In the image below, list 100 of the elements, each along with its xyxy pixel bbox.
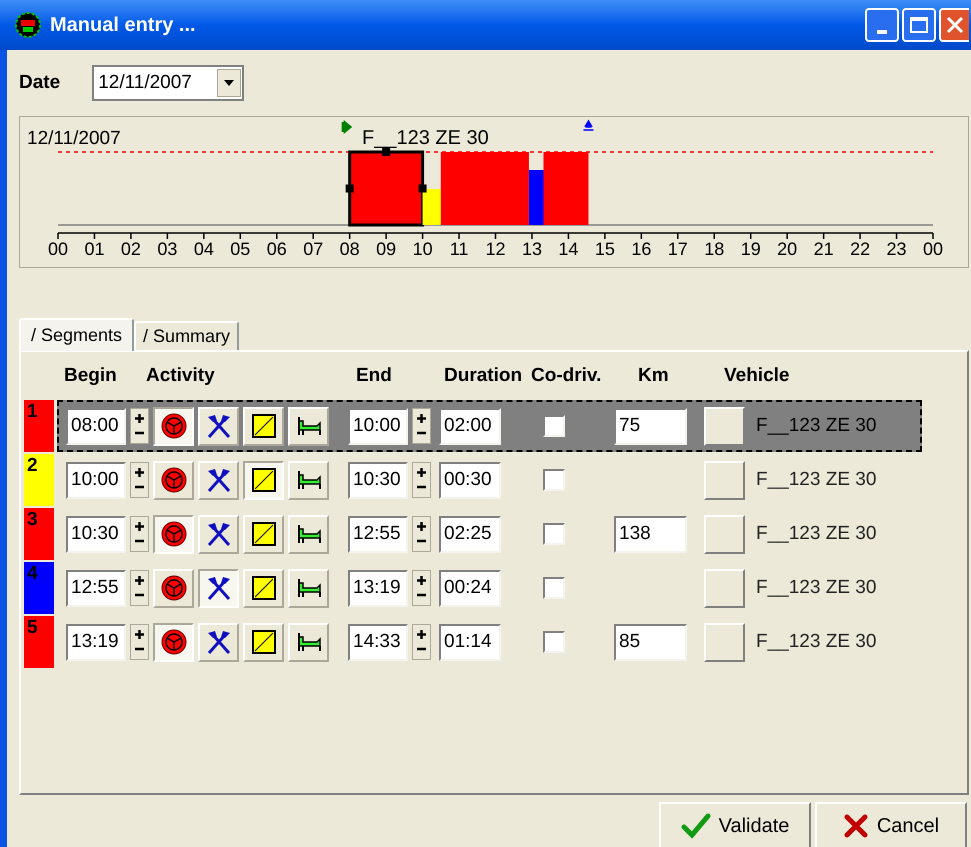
activity-button[interactable] [153, 514, 194, 554]
steering-wheel-icon [160, 413, 186, 439]
steering-wheel-icon [160, 521, 186, 547]
hour-label: 06 [266, 240, 288, 258]
begin-time-field[interactable]: 10:00 [66, 462, 126, 498]
activity-bar[interactable] [422, 189, 441, 225]
resize-handles[interactable] [346, 148, 427, 192]
hour-label: 00 [46, 240, 70, 258]
spin-button[interactable] [412, 408, 431, 444]
activity-button[interactable] [243, 460, 284, 500]
vehicle-plate: F__123 ZE 30 [756, 468, 876, 492]
vehicle-plate: F__123 ZE 30 [756, 414, 876, 438]
segment-row[interactable]: 13:19 14:33 01:14 85 F__123 ZE 30 [57, 616, 922, 668]
end-time-field[interactable]: 10:30 [348, 462, 408, 498]
km-field[interactable]: 138 [614, 516, 687, 552]
maximize-button[interactable] [902, 8, 936, 42]
hour-label: 22 [849, 240, 872, 258]
km-field[interactable]: 85 [614, 624, 687, 660]
activity-button[interactable] [198, 568, 239, 608]
column-header: Duration [444, 364, 524, 388]
validate-button[interactable]: Validate [659, 802, 811, 847]
hour-label: 16 [630, 240, 652, 258]
spin-button[interactable] [130, 570, 149, 606]
vehicle-plate: F__123 ZE 30 [756, 630, 876, 654]
km-field[interactable]: 75 [614, 408, 687, 444]
vehicle-plate: F__123 ZE 30 [756, 576, 876, 600]
co-driver-checkbox[interactable] [543, 469, 565, 491]
activity-button[interactable] [153, 406, 194, 446]
co-driver-checkbox[interactable] [543, 631, 565, 653]
segment-row[interactable]: 10:00 10:30 00:30 F__123 ZE 30 [57, 454, 922, 506]
diagonal-square-icon [252, 468, 276, 492]
duration-field[interactable]: 00:24 [439, 570, 501, 606]
minimize-button[interactable] [865, 8, 899, 42]
vehicle-button[interactable] [704, 460, 745, 500]
duration-field[interactable]: 00:30 [439, 462, 501, 498]
spin-button[interactable] [130, 624, 149, 660]
steering-wheel-icon [160, 629, 186, 655]
spin-button[interactable] [130, 408, 149, 444]
hour-label: 18 [703, 240, 726, 258]
begin-time-field[interactable]: 12:55 [66, 570, 126, 606]
hour-label: 00 [922, 240, 944, 258]
vehicle-button[interactable] [704, 514, 745, 554]
hour-label: 08 [338, 240, 361, 258]
segment-number: 3 [24, 508, 54, 560]
vehicle-button[interactable] [704, 406, 745, 446]
column-header: Km [638, 364, 670, 388]
duration-field[interactable]: 01:14 [439, 624, 501, 660]
column-header: Vehicle [724, 364, 790, 388]
cancel-button[interactable]: Cancel [815, 802, 967, 847]
end-marker-icon [582, 120, 594, 131]
co-driver-checkbox[interactable] [543, 523, 565, 545]
duration-field[interactable]: 02:00 [439, 408, 501, 444]
vehicle-plate: F__123 ZE 30 [756, 522, 876, 546]
co-driver-checkbox[interactable] [543, 577, 565, 599]
timeline-vehicle: F__123 ZE 30 [362, 126, 489, 151]
hour-label: 10 [412, 240, 434, 258]
spin-button[interactable] [412, 624, 431, 660]
vehicle-button[interactable] [704, 568, 745, 608]
spin-button[interactable] [412, 516, 431, 552]
diagonal-square-icon [252, 414, 276, 438]
segment-number: 4 [24, 562, 54, 614]
tab[interactable]: / Summary [134, 321, 240, 350]
end-time-field[interactable]: 13:19 [348, 570, 408, 606]
end-time-field[interactable]: 14:33 [348, 624, 408, 660]
hour-label: 21 [812, 240, 835, 258]
vehicle-button[interactable] [704, 622, 745, 662]
hour-label: 03 [156, 240, 178, 258]
close-button[interactable] [939, 8, 969, 42]
hour-label: 19 [740, 240, 762, 258]
activity-button[interactable] [153, 622, 194, 662]
spin-button[interactable] [130, 516, 149, 552]
end-time-field[interactable]: 12:55 [348, 516, 408, 552]
begin-time-field[interactable]: 13:19 [66, 624, 126, 660]
selected-row-highlight[interactable]: 08:00 10:00 02:00 75 F__123 ZE 30 [57, 400, 922, 452]
date-label: Date [19, 70, 60, 95]
spin-button[interactable] [412, 570, 431, 606]
hour-label: 02 [120, 240, 142, 258]
end-time-field[interactable]: 10:00 [348, 408, 408, 444]
co-driver-checkbox[interactable] [543, 415, 565, 437]
steering-wheel-icon [160, 575, 186, 601]
window-title: Manual entry ... [50, 13, 196, 38]
hour-label: 12 [484, 240, 507, 258]
hour-label: 11 [448, 240, 470, 258]
hour-label: 15 [594, 240, 616, 258]
spin-button[interactable] [412, 462, 431, 498]
segment-row[interactable]: 12:55 13:19 00:24 F__123 ZE 30 [57, 562, 922, 614]
tab[interactable]: / Segments [19, 318, 134, 351]
app-icon [14, 11, 42, 39]
segment-row[interactable]: 10:30 12:55 02:25 138 F__123 ZE 30 [57, 508, 922, 560]
begin-time-field[interactable]: 10:30 [66, 516, 126, 552]
hour-label: 01 [83, 240, 106, 258]
timeline-date: 12/11/2007 [27, 127, 121, 151]
hour-label: 20 [776, 240, 798, 258]
duration-field[interactable]: 02:25 [439, 516, 501, 552]
hour-label: 17 [666, 240, 689, 258]
date-dropdown[interactable]: 12/11/2007 [92, 65, 244, 101]
hour-label: 14 [557, 240, 580, 258]
begin-time-field[interactable]: 08:00 [66, 408, 126, 444]
hour-label: 09 [375, 240, 398, 258]
spin-button[interactable] [130, 462, 149, 498]
